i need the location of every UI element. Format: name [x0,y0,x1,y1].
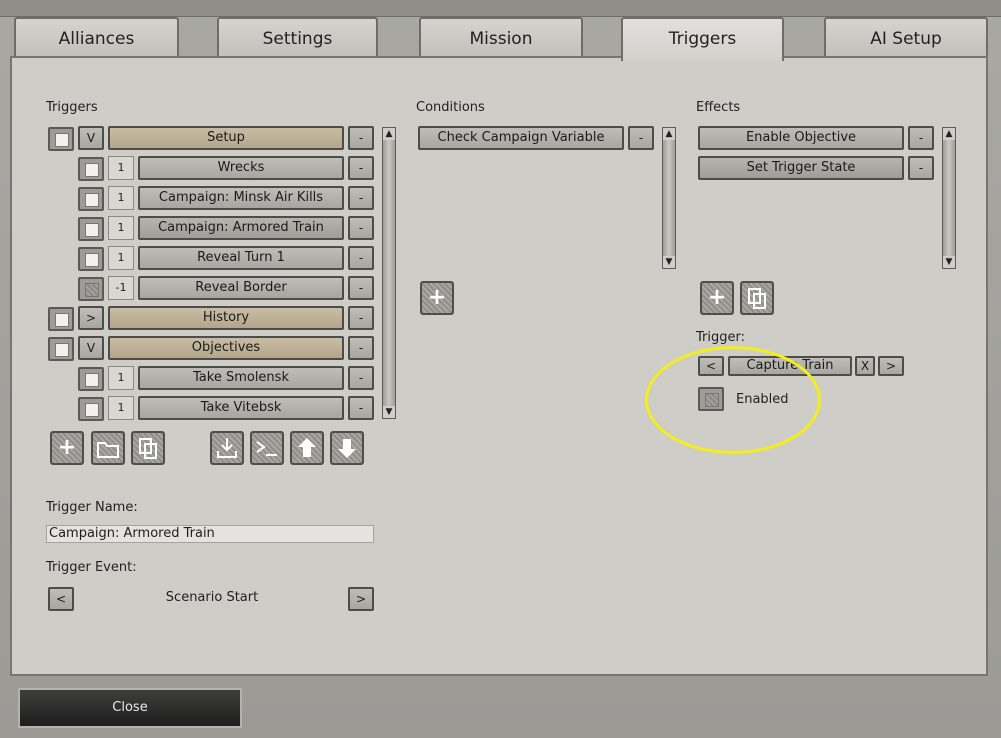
remove-trigger-button[interactable]: - [348,246,374,270]
copy-effect-button[interactable] [740,281,774,315]
add-condition-button[interactable]: + [420,281,454,315]
trigger-priority[interactable]: 1 [108,366,134,390]
trigger-row-objectives[interactable]: Objectives [108,336,344,360]
scroll-up-icon[interactable]: ▲ [383,128,395,140]
remove-trigger-button[interactable]: - [348,216,374,240]
event-next-button[interactable]: > [348,587,374,611]
import-trigger-button[interactable] [210,431,244,465]
scroll-down-icon[interactable]: ▼ [663,256,675,268]
trigger-checkbox[interactable] [78,217,104,241]
trigger-priority[interactable]: 1 [108,396,134,420]
tab-ai-setup[interactable]: AI Setup [824,17,988,57]
trigger-priority[interactable]: 1 [108,156,134,180]
conditions-scrollbar[interactable]: ▲ ▼ [662,127,676,269]
add-trigger-button[interactable]: + [50,431,84,465]
trigger-row-wrecks[interactable]: Wrecks [138,156,344,180]
trigger-name-label: Trigger Name: [46,500,138,515]
trigger-checkbox[interactable] [78,247,104,271]
trigger-checkbox[interactable] [78,367,104,391]
effect-trigger-label: Trigger: [696,330,745,345]
trigger-event-value: Scenario Start [165,590,259,605]
arrow-down-icon [338,439,356,458]
effect-row-enable-objective[interactable]: Enable Objective [698,126,904,150]
plus-icon: + [707,285,727,310]
remove-trigger-button[interactable]: - [348,186,374,210]
event-prev-button[interactable]: < [48,587,74,611]
condition-row[interactable]: Check Campaign Variable [418,126,624,150]
trigger-checkbox[interactable] [78,397,104,421]
effect-trigger-clear-button[interactable]: X [855,356,875,376]
copy-icon [748,288,766,309]
trigger-row-reveal-turn[interactable]: Reveal Turn 1 [138,246,344,270]
plus-icon: + [57,435,77,460]
trigger-row-minsk-air-kills[interactable]: Campaign: Minsk Air Kills [138,186,344,210]
plus-icon: + [427,285,447,310]
tab-mission[interactable]: Mission [419,17,583,57]
script-trigger-button[interactable] [250,431,284,465]
scroll-up-icon[interactable]: ▲ [663,128,675,140]
move-down-button[interactable] [330,431,364,465]
trigger-priority[interactable]: 1 [108,246,134,270]
trigger-checkbox[interactable] [48,127,74,151]
remove-trigger-button[interactable]: - [348,126,374,150]
expand-toggle[interactable]: > [78,306,104,330]
trigger-checkbox[interactable] [78,277,104,301]
remove-trigger-button[interactable]: - [348,336,374,360]
expand-toggle[interactable]: V [78,126,104,150]
download-icon [217,438,237,458]
conditions-heading: Conditions [416,100,485,115]
remove-effect-button[interactable]: - [908,126,934,150]
scroll-down-icon[interactable]: ▼ [383,406,395,418]
close-button[interactable]: Close [18,688,242,728]
remove-trigger-button[interactable]: - [348,156,374,180]
tab-settings[interactable]: Settings [217,17,378,57]
remove-trigger-button[interactable]: - [348,396,374,420]
trigger-checkbox[interactable] [48,337,74,361]
add-effect-button[interactable]: + [700,281,734,315]
folder-icon [97,442,119,458]
trigger-checkbox[interactable] [78,187,104,211]
trigger-row-take-vitebsk[interactable]: Take Vitebsk [138,396,344,420]
scroll-down-icon[interactable]: ▼ [943,256,955,268]
terminal-icon [256,441,277,456]
trigger-name-input[interactable]: Campaign: Armored Train [46,525,374,543]
copy-icon [139,438,157,459]
trigger-row-history[interactable]: History [108,306,344,330]
add-folder-button[interactable] [91,431,125,465]
effects-heading: Effects [696,100,741,115]
annotation-highlight-circle [645,346,821,454]
trigger-priority[interactable]: 1 [108,186,134,210]
tab-triggers[interactable]: Triggers [621,17,784,61]
remove-trigger-button[interactable]: - [348,366,374,390]
effect-trigger-next-button[interactable]: > [878,356,904,376]
arrow-up-icon [298,438,316,457]
remove-trigger-button[interactable]: - [348,276,374,300]
remove-condition-button[interactable]: - [628,126,654,150]
trigger-priority[interactable]: -1 [108,276,134,300]
triggers-heading: Triggers [46,100,98,115]
triggers-scrollbar[interactable]: ▲ ▼ [382,127,396,419]
editor-window: Alliances Settings Mission Triggers AI S… [0,0,1001,738]
tab-alliances[interactable]: Alliances [14,17,179,57]
expand-toggle[interactable]: V [78,336,104,360]
trigger-row-setup[interactable]: Setup [108,126,344,150]
move-up-button[interactable] [290,431,324,465]
trigger-row-reveal-border[interactable]: Reveal Border [138,276,344,300]
trigger-checkbox[interactable] [48,307,74,331]
effects-scrollbar[interactable]: ▲ ▼ [942,127,956,269]
scroll-up-icon[interactable]: ▲ [943,128,955,140]
trigger-event-label: Trigger Event: [46,560,137,575]
copy-trigger-button[interactable] [131,431,165,465]
top-frame-strip [0,0,1001,17]
remove-trigger-button[interactable]: - [348,306,374,330]
trigger-row-armored-train[interactable]: Campaign: Armored Train [138,216,344,240]
trigger-checkbox[interactable] [78,157,104,181]
remove-effect-button[interactable]: - [908,156,934,180]
trigger-row-take-smolensk[interactable]: Take Smolensk [138,366,344,390]
trigger-priority[interactable]: 1 [108,216,134,240]
effect-row-set-trigger-state[interactable]: Set Trigger State [698,156,904,180]
